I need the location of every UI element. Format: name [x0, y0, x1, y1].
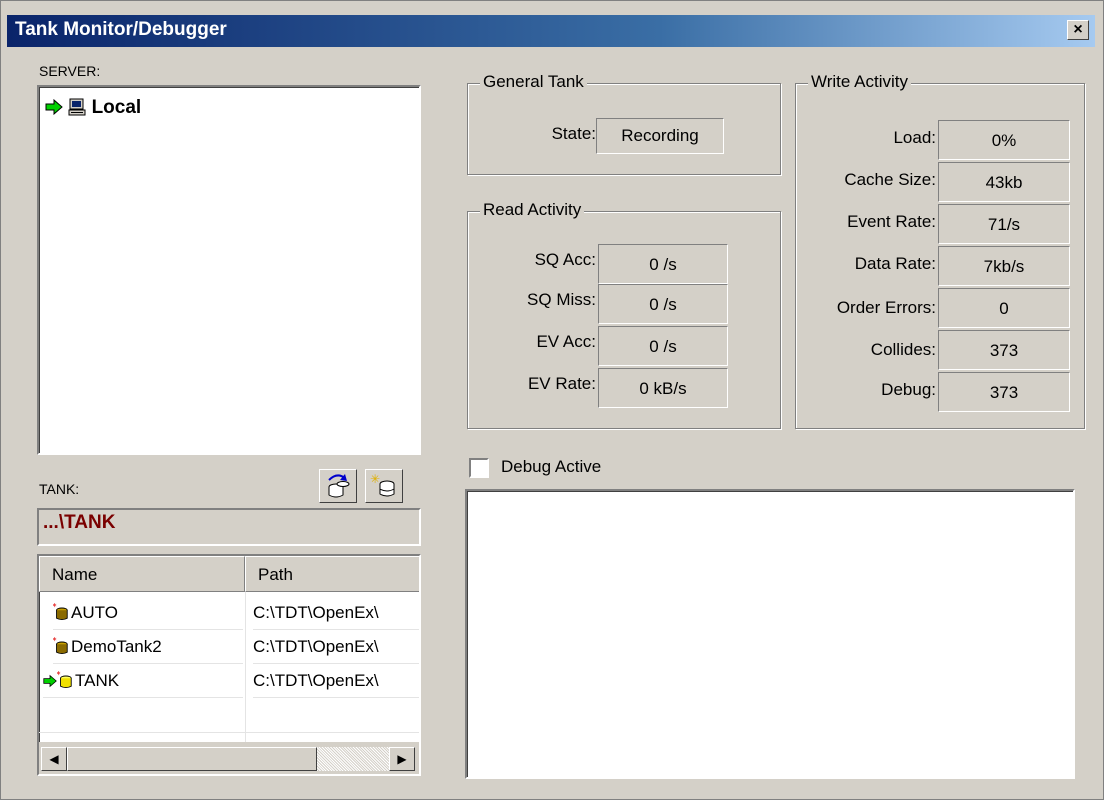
close-button[interactable]: ×: [1067, 20, 1089, 40]
scroll-left-button[interactable]: ◀: [41, 747, 67, 771]
debug-active-checkbox[interactable]: [469, 458, 489, 478]
row-name-cell: * DemoTank2: [53, 630, 243, 664]
new-tank-icon: ✳: [370, 472, 395, 497]
server-list[interactable]: Local: [37, 85, 421, 455]
column-header-name[interactable]: Name: [39, 556, 245, 592]
read-row-label: EV Acc:: [536, 332, 596, 351]
title-bar[interactable]: Tank Monitor/Debugger ×: [7, 15, 1095, 47]
state-label: State:: [551, 124, 596, 143]
read-row-value: 0 /s: [598, 284, 728, 324]
write-row-value: 71/s: [938, 204, 1070, 244]
table-row[interactable]: * TANK C:\TDT\OpenEx\: [39, 664, 419, 698]
scroll-right-button[interactable]: ▶: [389, 747, 415, 771]
write-row-label: Collides:: [870, 340, 936, 359]
tank-list[interactable]: Name Path * AUTO C:\TDT\OpenEx\ * DemoTa…: [37, 554, 421, 776]
window-title: Tank Monitor/Debugger: [15, 19, 227, 40]
write-activity-group: Write Activity Load: 0% Cache Size: 43kb…: [795, 72, 1085, 429]
general-tank-title: General Tank: [480, 72, 587, 92]
tank-name: DemoTank2: [71, 637, 162, 656]
write-activity-title: Write Activity: [808, 72, 911, 92]
column-header-path[interactable]: Path: [245, 556, 419, 592]
write-row-value: 7kb/s: [938, 246, 1070, 286]
tank-active-icon: *: [57, 671, 72, 688]
write-row-label: Event Rate:: [847, 212, 936, 231]
scroll-thumb[interactable]: [67, 747, 317, 771]
read-row-label: SQ Miss:: [527, 290, 596, 309]
row-name-cell: * AUTO: [53, 596, 243, 630]
write-row-value: 0: [938, 288, 1070, 328]
tank-icon: *: [53, 603, 68, 620]
tank-name: TANK: [75, 671, 120, 690]
computer-icon: [68, 98, 86, 116]
read-row-label: SQ Acc:: [534, 250, 596, 269]
write-row-label: Load:: [893, 128, 936, 147]
refresh-tank-button[interactable]: [319, 469, 357, 503]
read-activity-title: Read Activity: [480, 200, 585, 220]
new-tank-button[interactable]: ✳: [365, 469, 403, 503]
write-row-label: Data Rate:: [854, 254, 936, 273]
read-row-value: 0 /s: [598, 326, 728, 366]
server-item-local[interactable]: Local: [45, 97, 141, 119]
debug-output-area[interactable]: [465, 489, 1075, 779]
read-row-value: 0 /s: [598, 244, 728, 284]
tank-path: C:\TDT\OpenEx\: [253, 664, 419, 698]
tank-name: AUTO: [71, 603, 118, 622]
write-row-value: 373: [938, 330, 1070, 370]
horizontal-scrollbar[interactable]: ◀ ▶: [39, 742, 419, 774]
tank-monitor-window: Tank Monitor/Debugger × SERVER: Local TA…: [0, 0, 1104, 800]
svg-text:✳: ✳: [370, 472, 380, 486]
tank-path: C:\TDT\OpenEx\: [253, 596, 419, 630]
current-tank-path: ...\TANK: [37, 508, 421, 546]
general-tank-group: General Tank State: Recording: [467, 72, 781, 175]
scroll-track[interactable]: [317, 747, 389, 771]
column-divider: [245, 592, 246, 742]
state-value: Recording: [596, 118, 724, 154]
table-row[interactable]: * DemoTank2 C:\TDT\OpenEx\: [39, 630, 419, 664]
row-name-cell: * TANK: [43, 664, 243, 698]
table-row[interactable]: * AUTO C:\TDT\OpenEx\: [39, 596, 419, 630]
refresh-tank-icon: [328, 474, 350, 498]
write-row-value: 0%: [938, 120, 1070, 160]
tank-path: C:\TDT\OpenEx\: [253, 630, 419, 664]
read-row-label: EV Rate:: [527, 374, 596, 393]
write-row-label: Debug:: [881, 380, 936, 399]
debug-active-label[interactable]: Debug Active: [501, 457, 601, 477]
write-row-label: Cache Size:: [844, 170, 936, 189]
server-item-label: Local: [91, 97, 142, 118]
write-row-label: Order Errors:: [836, 298, 936, 317]
read-row-value: 0 kB/s: [598, 368, 728, 408]
table-row-empty: [39, 698, 419, 733]
write-row-value: 373: [938, 372, 1070, 412]
server-label: SERVER:: [39, 63, 101, 79]
tank-label: TANK:: [39, 481, 80, 497]
tank-icon: *: [53, 637, 68, 654]
read-activity-group: Read Activity SQ Acc: 0 /s SQ Miss: 0 /s…: [467, 200, 781, 429]
green-arrow-icon: [45, 98, 63, 116]
write-row-value: 43kb: [938, 162, 1070, 202]
green-arrow-icon: [43, 674, 57, 688]
